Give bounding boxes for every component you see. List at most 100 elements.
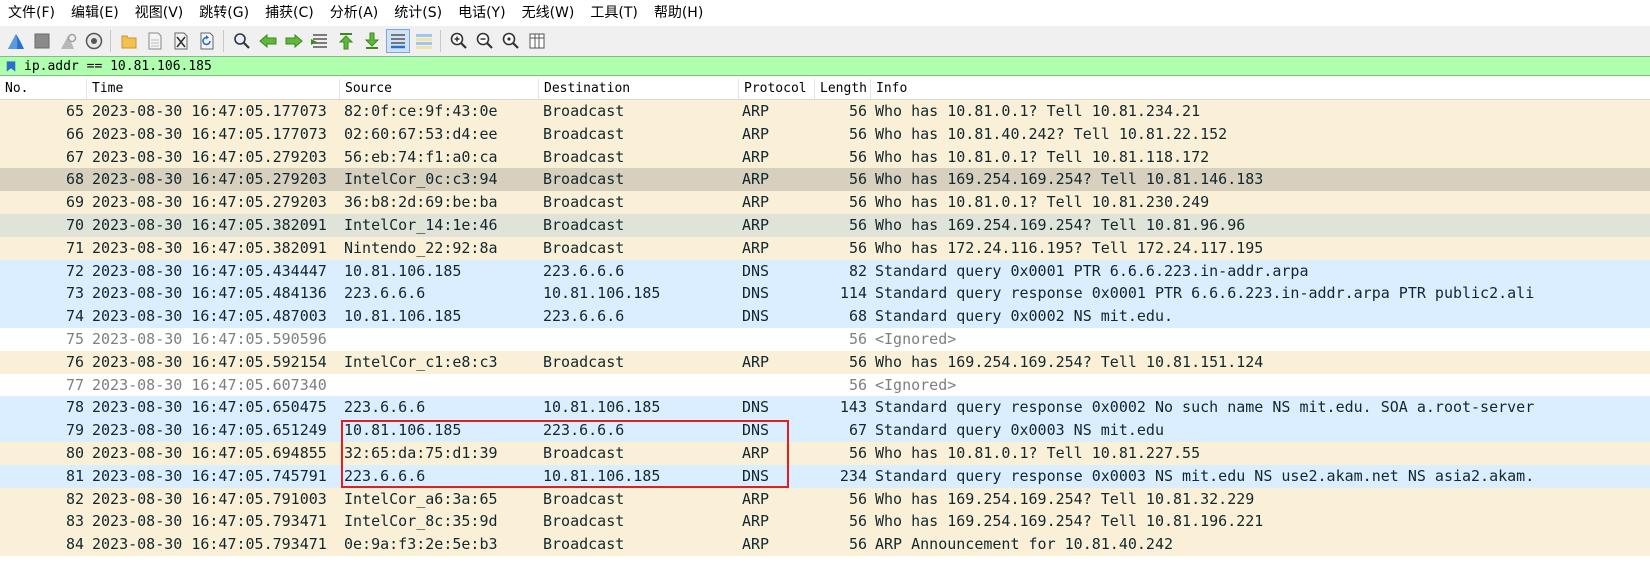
packet-info-cell: <Ignored>	[875, 375, 957, 394]
packet-row[interactable]: 67 2023-08-30 16:47:05.279203 56:eb:74:f1:…	[0, 145, 1650, 169]
packet-row[interactable]: 78 2023-08-30 16:47:05.650475 223.6.6.6 10.…	[0, 396, 1650, 420]
packet-destination-cell	[539, 374, 739, 397]
menu-item-8[interactable]: 无线(W)	[514, 0, 583, 26]
packet-length-cell: 56	[848, 170, 867, 189]
find-packet-icon[interactable]	[230, 29, 254, 53]
packet-info-cell: <Ignored>	[875, 329, 957, 348]
column-header-source[interactable]: Source	[340, 79, 539, 99]
colorize-icon[interactable]	[412, 29, 436, 53]
stop-icon[interactable]	[30, 29, 54, 53]
column-header-no[interactable]: No.	[0, 79, 87, 99]
zoom-in-icon[interactable]	[447, 29, 471, 53]
zoom-out-icon[interactable]	[473, 29, 497, 53]
packet-no-cell: 69	[65, 193, 84, 212]
packet-protocol-cell: ARP	[742, 147, 770, 166]
packet-info-cell: Standard query 0x0003 NS mit.edu	[875, 421, 1164, 440]
packet-length-cell: 56	[848, 124, 867, 143]
go-back-icon[interactable]	[256, 29, 280, 53]
save-file-icon[interactable]	[143, 29, 167, 53]
column-header-destination[interactable]: Destination	[539, 79, 739, 99]
shark-fin-start-icon[interactable]	[4, 29, 28, 53]
packet-time-cell: 2023-08-30 16:47:05.279203	[92, 170, 327, 189]
menu-item-2[interactable]: 视图(V)	[127, 0, 192, 26]
menu-bar: 文件(F) 编辑(E) 视图(V) 跳转(G) 捕获(C) 分析(A) 统计(S) 电话(Y)…	[0, 0, 1650, 26]
column-header-length[interactable]: Length	[815, 79, 871, 99]
packet-protocol-cell: ARP	[742, 215, 770, 234]
packet-protocol-cell: DNS	[742, 421, 770, 440]
restart-icon[interactable]	[56, 29, 80, 53]
filter-bookmark-icon[interactable]	[4, 59, 18, 73]
packet-destination-cell: Broadcast	[543, 170, 625, 189]
packet-source-cell: 223.6.6.6	[344, 284, 426, 303]
zoom-normal-icon[interactable]	[499, 29, 523, 53]
packet-row[interactable]: 73 2023-08-30 16:47:05.484136 223.6.6.6 10.…	[0, 282, 1650, 306]
go-first-icon[interactable]	[334, 29, 358, 53]
main-toolbar	[0, 26, 1650, 57]
capture-options-icon[interactable]	[82, 29, 106, 53]
display-filter-bar	[0, 56, 1650, 76]
packet-destination-cell: 223.6.6.6	[543, 307, 625, 326]
packet-destination-cell: Broadcast	[543, 124, 625, 143]
packet-row[interactable]: 84 2023-08-30 16:47:05.793471 0e:9a:f3:2e:…	[0, 533, 1650, 556]
toolbar-separator	[223, 30, 224, 52]
packet-row[interactable]: 83 2023-08-30 16:47:05.793471 IntelCor_8c:…	[0, 510, 1650, 534]
column-header-info[interactable]: Info	[871, 79, 1650, 99]
menu-item-1[interactable]: 编辑(E)	[63, 0, 127, 26]
menu-item-6[interactable]: 统计(S)	[386, 0, 450, 26]
packet-row[interactable]: 69 2023-08-30 16:47:05.279203 36:b8:2d:69:…	[0, 191, 1650, 214]
packet-row[interactable]: 72 2023-08-30 16:47:05.434447 10.81.106.18…	[0, 259, 1650, 283]
packet-row[interactable]: 71 2023-08-30 16:47:05.382091 Nintendo_22:…	[0, 236, 1650, 260]
packet-row[interactable]: 65 2023-08-30 16:47:05.177073 82:0f:ce:9f:…	[0, 100, 1650, 123]
menu-item-10[interactable]: 帮助(H)	[646, 0, 711, 26]
toolbar-separator	[440, 30, 441, 52]
packet-row[interactable]: 80 2023-08-30 16:47:05.694855 32:65:da:75:…	[0, 441, 1650, 465]
packet-row[interactable]: 74 2023-08-30 16:47:05.487003 10.81.106.18…	[0, 305, 1650, 328]
packet-no-cell: 84	[65, 535, 84, 554]
packet-length-cell: 82	[848, 261, 867, 280]
packet-source-cell: 0e:9a:f3:2e:5e:b3	[344, 535, 498, 554]
packet-protocol-cell: ARP	[742, 443, 770, 462]
go-last-icon[interactable]	[360, 29, 384, 53]
packet-source-cell: 10.81.106.185	[344, 261, 462, 280]
column-header-protocol[interactable]: Protocol	[739, 79, 815, 99]
column-header-time[interactable]: Time	[87, 79, 340, 99]
packet-info-cell: Who has 10.81.0.1? Tell 10.81.234.21	[875, 102, 1201, 120]
menu-item-7[interactable]: 电话(Y)	[450, 0, 513, 26]
packet-row[interactable]: 66 2023-08-30 16:47:05.177073 02:60:67:53:…	[0, 122, 1650, 146]
packet-destination-cell: 10.81.106.185	[543, 466, 661, 485]
packet-source-cell: 223.6.6.6	[344, 466, 426, 485]
packet-row[interactable]: 76 2023-08-30 16:47:05.592154 IntelCor_c1:…	[0, 350, 1650, 374]
packet-time-cell: 2023-08-30 16:47:05.279203	[92, 147, 327, 166]
menu-item-0[interactable]: 文件(F)	[0, 0, 63, 26]
packet-no-cell: 66	[65, 124, 84, 143]
packet-length-cell: 143	[839, 398, 867, 417]
packet-no-cell: 82	[65, 489, 84, 508]
resize-columns-icon[interactable]	[525, 29, 549, 53]
packet-destination-cell: 223.6.6.6	[543, 421, 625, 440]
auto-scroll-icon[interactable]	[386, 29, 410, 53]
packet-time-cell: 2023-08-30 16:47:05.745791	[92, 466, 327, 485]
menu-item-9[interactable]: 工具(T)	[582, 0, 645, 26]
menu-item-3[interactable]: 跳转(G)	[191, 0, 257, 26]
go-forward-icon[interactable]	[282, 29, 306, 53]
packet-row[interactable]: 70 2023-08-30 16:47:05.382091 IntelCor_14:…	[0, 213, 1650, 237]
packet-row[interactable]: 79 2023-08-30 16:47:05.651249 10.81.106.18…	[0, 419, 1650, 442]
open-folder-icon[interactable]	[117, 29, 141, 53]
packet-row[interactable]: 75 2023-08-30 16:47:05.590596 56 <Ignored>	[0, 327, 1650, 351]
menu-item-5[interactable]: 分析(A)	[322, 0, 387, 26]
packet-length-cell: 56	[848, 215, 867, 234]
packet-row[interactable]: 82 2023-08-30 16:47:05.791003 IntelCor_a6:…	[0, 487, 1650, 511]
packet-info-cell: Standard query response 0x0001 PTR 6.6.6…	[875, 284, 1535, 303]
go-to-packet-icon[interactable]	[308, 29, 332, 53]
display-filter-input[interactable]	[24, 58, 1624, 74]
packet-source-cell: IntelCor_8c:35:9d	[344, 512, 498, 531]
reload-icon[interactable]	[195, 29, 219, 53]
packet-row[interactable]: 81 2023-08-30 16:47:05.745791 223.6.6.6 10.…	[0, 464, 1650, 488]
packet-destination-cell	[539, 328, 739, 351]
packet-row[interactable]: 77 2023-08-30 16:47:05.607340 56 <Ignored>	[0, 373, 1650, 397]
menu-item-4[interactable]: 捕获(C)	[257, 0, 322, 26]
packet-protocol-cell: ARP	[742, 124, 770, 143]
packet-row[interactable]: 68 2023-08-30 16:47:05.279203 IntelCor_0c:…	[0, 168, 1650, 192]
close-file-icon[interactable]	[169, 29, 193, 53]
packet-no-cell: 77	[65, 375, 84, 394]
